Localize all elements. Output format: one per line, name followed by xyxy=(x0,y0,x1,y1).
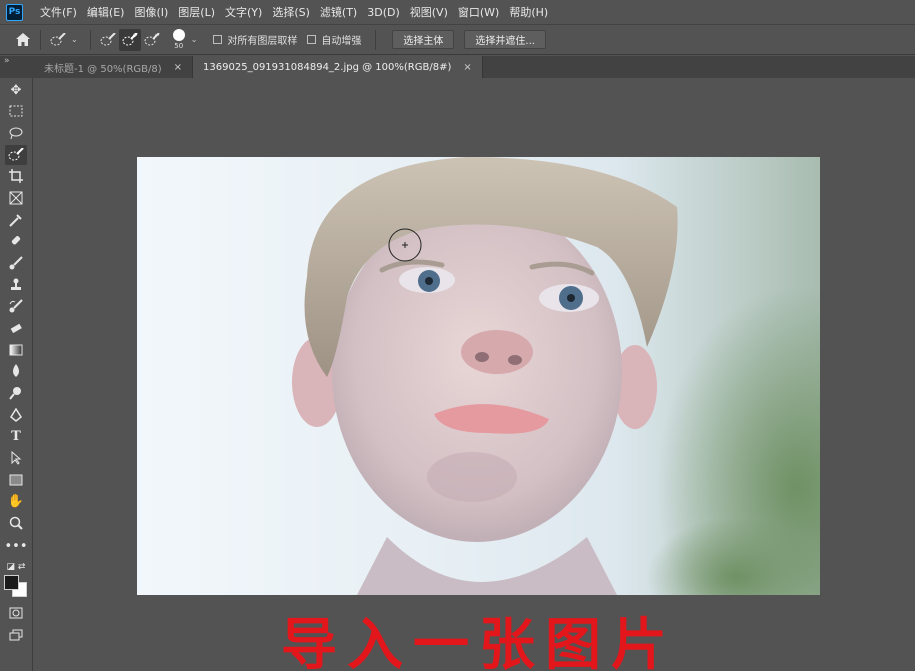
home-icon[interactable] xyxy=(12,29,34,51)
canvas-workspace[interactable]: 导入一张图片 xyxy=(34,78,915,671)
brush-size-picker[interactable]: 50 xyxy=(169,29,189,50)
overlay-caption: 导入一张图片 xyxy=(281,612,677,671)
child-portrait-image xyxy=(292,157,820,595)
foreground-color-swatch[interactable] xyxy=(4,575,19,590)
ps-logo-icon: Ps xyxy=(6,3,23,21)
new-selection-icon[interactable] xyxy=(97,29,119,51)
marquee-tool-icon[interactable] xyxy=(5,101,27,121)
brush-tool-icon[interactable] xyxy=(5,253,27,273)
clone-stamp-tool-icon[interactable] xyxy=(5,275,27,295)
separator xyxy=(89,29,91,50)
move-tool-icon[interactable]: ✥ xyxy=(5,80,27,100)
tab-untitled[interactable]: 未标题-1 @ 50%(RGB/8) × xyxy=(34,56,194,78)
sample-all-layers-checkbox[interactable]: 对所有图层取样 xyxy=(213,32,297,47)
menu-layer[interactable]: 图层(L) xyxy=(173,4,220,20)
gradient-tool-icon[interactable] xyxy=(5,340,27,360)
menu-help[interactable]: 帮助(H) xyxy=(504,4,553,20)
default-colors-icon[interactable]: ◪ ⇄ xyxy=(5,557,27,577)
path-selection-tool-icon[interactable] xyxy=(5,448,27,468)
lasso-tool-icon[interactable] xyxy=(5,123,27,143)
menu-edit[interactable]: 编辑(E) xyxy=(82,4,130,20)
quick-mask-icon[interactable] xyxy=(5,603,27,623)
add-to-selection-icon[interactable] xyxy=(118,28,141,51)
blur-tool-icon[interactable] xyxy=(5,361,27,381)
menu-3d[interactable]: 3D(D) xyxy=(362,6,405,19)
more-tools-icon[interactable]: ••• xyxy=(5,536,28,556)
close-icon[interactable]: × xyxy=(463,62,471,73)
zoom-tool-icon[interactable] xyxy=(5,513,27,533)
close-icon[interactable]: × xyxy=(174,62,182,73)
select-subject-button[interactable]: 选择主体 xyxy=(392,30,455,49)
tools-panel: ✥ T ✋ ••• ◪ ⇄ xyxy=(0,78,33,671)
select-and-mask-button[interactable]: 选择并遮住... xyxy=(464,30,546,49)
tool-preset-quick-selection-icon[interactable] xyxy=(47,29,69,51)
separator xyxy=(40,29,41,50)
photoshop-window: Ps 文件(F) 编辑(E) 图像(I) 图层(L) 文字(Y) 选择(S) 滤… xyxy=(0,0,915,671)
subtract-from-selection-icon[interactable] xyxy=(141,29,163,51)
menu-filter[interactable]: 滤镜(T) xyxy=(315,4,362,20)
pen-tool-icon[interactable] xyxy=(5,405,27,425)
quick-selection-tool-icon[interactable] xyxy=(5,145,27,165)
auto-enhance-checkbox[interactable]: 自动增强 xyxy=(307,32,361,47)
chevron-down-icon[interactable]: ⌄ xyxy=(71,35,78,44)
checkbox-box[interactable] xyxy=(213,35,223,44)
sample-all-layers-label: 对所有图层取样 xyxy=(227,36,298,47)
document-tabs: » 未标题-1 @ 50%(RGB/8) × 1369025_091931084… xyxy=(0,56,915,78)
chevron-down-icon[interactable]: ⌄ xyxy=(191,35,198,44)
screen-mode-icon[interactable] xyxy=(5,625,27,645)
hand-tool-icon[interactable]: ✋ xyxy=(5,491,27,511)
tab-label: 1369025_091931084894_2.jpg @ 100%(RGB/8#… xyxy=(203,61,452,73)
menu-window[interactable]: 窗口(W) xyxy=(453,4,504,20)
options-bar: ⌄ 50 ⌄ 对所有图层取样 自动增强 选择主体 选择并遮住... xyxy=(0,25,915,55)
panel-collapse-icon[interactable]: » xyxy=(0,56,34,78)
dodge-tool-icon[interactable] xyxy=(5,383,27,403)
menu-file[interactable]: 文件(F) xyxy=(35,4,82,20)
eyedropper-tool-icon[interactable] xyxy=(5,210,27,230)
checkbox-box[interactable] xyxy=(307,35,317,44)
menu-image[interactable]: 图像(I) xyxy=(129,4,173,20)
menu-view[interactable]: 视图(V) xyxy=(405,4,453,20)
healing-brush-tool-icon[interactable] xyxy=(5,231,27,251)
document-canvas[interactable] xyxy=(137,157,820,595)
brush-size-value: 50 xyxy=(174,42,184,50)
brush-tip-icon xyxy=(172,29,185,41)
menu-bar: Ps 文件(F) 编辑(E) 图像(I) 图层(L) 文字(Y) 选择(S) 滤… xyxy=(0,0,915,25)
eraser-tool-icon[interactable] xyxy=(5,318,27,338)
menu-type[interactable]: 文字(Y) xyxy=(220,4,267,20)
type-tool-icon[interactable]: T xyxy=(5,426,27,446)
history-brush-tool-icon[interactable] xyxy=(5,296,27,316)
menu-select[interactable]: 选择(S) xyxy=(267,4,315,20)
auto-enhance-label: 自动增强 xyxy=(321,36,362,47)
frame-tool-icon[interactable] xyxy=(5,188,27,208)
tab-label: 未标题-1 @ 50%(RGB/8) xyxy=(44,63,162,75)
rectangle-tool-icon[interactable] xyxy=(5,470,27,490)
separator xyxy=(375,29,377,50)
tab-photo[interactable]: 1369025_091931084894_2.jpg @ 100%(RGB/8#… xyxy=(193,56,483,78)
crop-tool-icon[interactable] xyxy=(5,166,27,186)
